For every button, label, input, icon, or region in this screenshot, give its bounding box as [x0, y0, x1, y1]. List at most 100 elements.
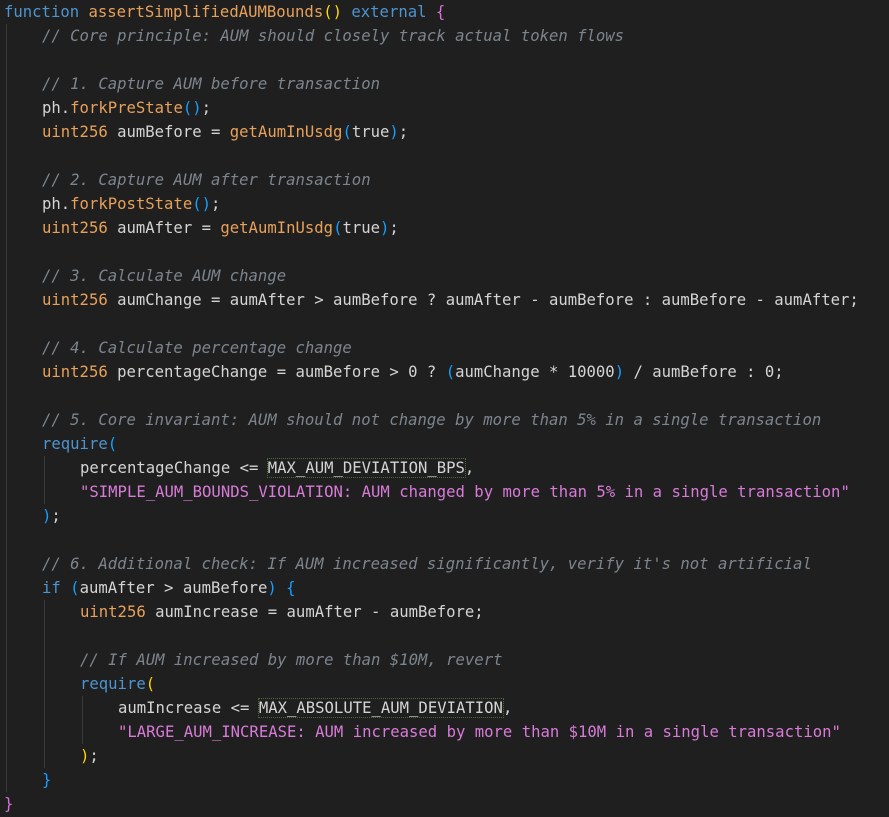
- code-token: ): [80, 747, 90, 765]
- indent-guide: [6, 96, 7, 120]
- code-token: / aumBefore : 0;: [624, 363, 784, 381]
- code-token: ): [380, 219, 390, 237]
- code-token: forkPostState: [70, 195, 193, 213]
- code-token: ;: [389, 219, 399, 237]
- indent-guide: [6, 576, 7, 600]
- code-editor[interactable]: function assertSimplifiedAUMBounds() ext…: [0, 0, 889, 817]
- code-token: ;: [89, 747, 99, 765]
- code-line[interactable]: uint256 percentageChange = aumBefore > 0…: [0, 360, 889, 384]
- indent-guide: [44, 624, 45, 648]
- code-token: getAumInUsdg: [229, 123, 343, 141]
- indent-guide: [6, 672, 7, 696]
- code-line[interactable]: // 4. Calculate percentage change: [0, 336, 889, 360]
- code-token: ): [267, 579, 277, 597]
- code-line[interactable]: }: [0, 768, 889, 792]
- code-line[interactable]: [0, 144, 889, 168]
- code-line[interactable]: require(: [0, 672, 889, 696]
- code-token: true: [351, 123, 390, 141]
- indent-guide: [6, 168, 7, 192]
- code-token: ph.: [42, 195, 71, 213]
- code-line[interactable]: ph.forkPostState();: [0, 192, 889, 216]
- indent-guide: [6, 480, 7, 504]
- code-line[interactable]: );: [0, 504, 889, 528]
- code-token: // If AUM increased by more than $10M, r…: [80, 651, 503, 669]
- code-line[interactable]: // 3. Calculate AUM change: [0, 264, 889, 288]
- code-line[interactable]: // 1. Capture AUM before transaction: [0, 72, 889, 96]
- indent-guide: [6, 456, 7, 480]
- code-line[interactable]: [0, 624, 889, 648]
- code-token: ;: [211, 195, 221, 213]
- code-line[interactable]: function assertSimplifiedAUMBounds() ext…: [0, 0, 889, 24]
- indent-guide: [44, 720, 45, 744]
- code-token: // Core principle: AUM should closely tr…: [42, 27, 625, 45]
- code-line[interactable]: uint256 aumIncrease = aumAfter - aumBefo…: [0, 600, 889, 624]
- code-line[interactable]: }: [0, 792, 889, 816]
- code-token: (): [323, 3, 342, 21]
- code-token: // 1. Capture AUM before transaction: [42, 75, 380, 93]
- code-line[interactable]: percentageChange <= MAX_AUM_DEVIATION_BP…: [0, 456, 889, 480]
- indent-guide: [6, 744, 7, 768]
- code-line[interactable]: // If AUM increased by more than $10M, r…: [0, 648, 889, 672]
- code-line[interactable]: ph.forkPreState();: [0, 96, 889, 120]
- code-line[interactable]: [0, 528, 889, 552]
- indent-guide: [44, 456, 45, 480]
- indent-guide: [6, 120, 7, 144]
- code-token: // 2. Capture AUM after transaction: [42, 171, 371, 189]
- code-line[interactable]: [0, 48, 889, 72]
- code-line[interactable]: );: [0, 744, 889, 768]
- code-line[interactable]: // 2. Capture AUM after transaction: [0, 168, 889, 192]
- code-token: if: [42, 579, 61, 597]
- code-token: aumChange = aumAfter > aumBefore ? aumAf…: [107, 291, 859, 309]
- code-token: (): [182, 99, 202, 117]
- code-line[interactable]: uint256 aumBefore = getAumInUsdg(true);: [0, 120, 889, 144]
- code-line[interactable]: [0, 240, 889, 264]
- code-line[interactable]: uint256 aumChange = aumAfter > aumBefore…: [0, 288, 889, 312]
- code-line[interactable]: if (aumAfter > aumBefore) {: [0, 576, 889, 600]
- code-token: aumAfter =: [107, 219, 221, 237]
- indent-guide: [44, 600, 45, 624]
- indent-guide: [6, 48, 7, 72]
- code-token: require: [42, 435, 108, 453]
- code-token: MAX_ABSOLUTE_AUM_DEVIATION: [257, 698, 504, 718]
- code-line[interactable]: "LARGE_AUM_INCREASE: AUM increased by mo…: [0, 720, 889, 744]
- indent-guide: [6, 144, 7, 168]
- code-token: function: [4, 3, 80, 21]
- indent-guide: [6, 600, 7, 624]
- code-token: }: [42, 771, 52, 789]
- code-line[interactable]: "SIMPLE_AUM_BOUNDS_VIOLATION: AUM change…: [0, 480, 889, 504]
- code-token: require: [80, 675, 146, 693]
- code-token: uint256: [42, 291, 108, 309]
- code-line[interactable]: aumIncrease <= MAX_ABSOLUTE_AUM_DEVIATIO…: [0, 696, 889, 720]
- indent-guide: [6, 720, 7, 744]
- indent-guide: [6, 72, 7, 96]
- code-token: external: [351, 3, 427, 21]
- code-token: percentageChange = aumBefore > 0 ?: [107, 363, 446, 381]
- code-line[interactable]: uint256 aumAfter = getAumInUsdg(true);: [0, 216, 889, 240]
- code-token: aumIncrease = aumAfter - aumBefore;: [145, 603, 484, 621]
- indent-guide: [6, 552, 7, 576]
- code-line[interactable]: [0, 312, 889, 336]
- code-token: (: [70, 579, 80, 597]
- code-token: aumChange * 10000: [455, 363, 615, 381]
- code-line[interactable]: [0, 384, 889, 408]
- code-token: forkPreState: [70, 99, 183, 117]
- code-line[interactable]: // 6. Additional check: If AUM increased…: [0, 552, 889, 576]
- indent-guide: [82, 720, 83, 744]
- code-token: (: [342, 123, 352, 141]
- code-token: ): [389, 123, 399, 141]
- indent-guide: [82, 696, 83, 720]
- indent-guide: [6, 360, 7, 384]
- indent-guide: [6, 432, 7, 456]
- code-token: aumAfter > aumBefore: [79, 579, 268, 597]
- code-line[interactable]: require(: [0, 432, 889, 456]
- indent-guide: [6, 624, 7, 648]
- code-token: uint256: [42, 363, 108, 381]
- code-token: // 5. Core invariant: AUM should not cha…: [42, 411, 822, 429]
- code-line[interactable]: // Core principle: AUM should closely tr…: [0, 24, 889, 48]
- code-line[interactable]: // 5. Core invariant: AUM should not cha…: [0, 408, 889, 432]
- indent-guide: [6, 240, 7, 264]
- code-token: ;: [201, 99, 212, 117]
